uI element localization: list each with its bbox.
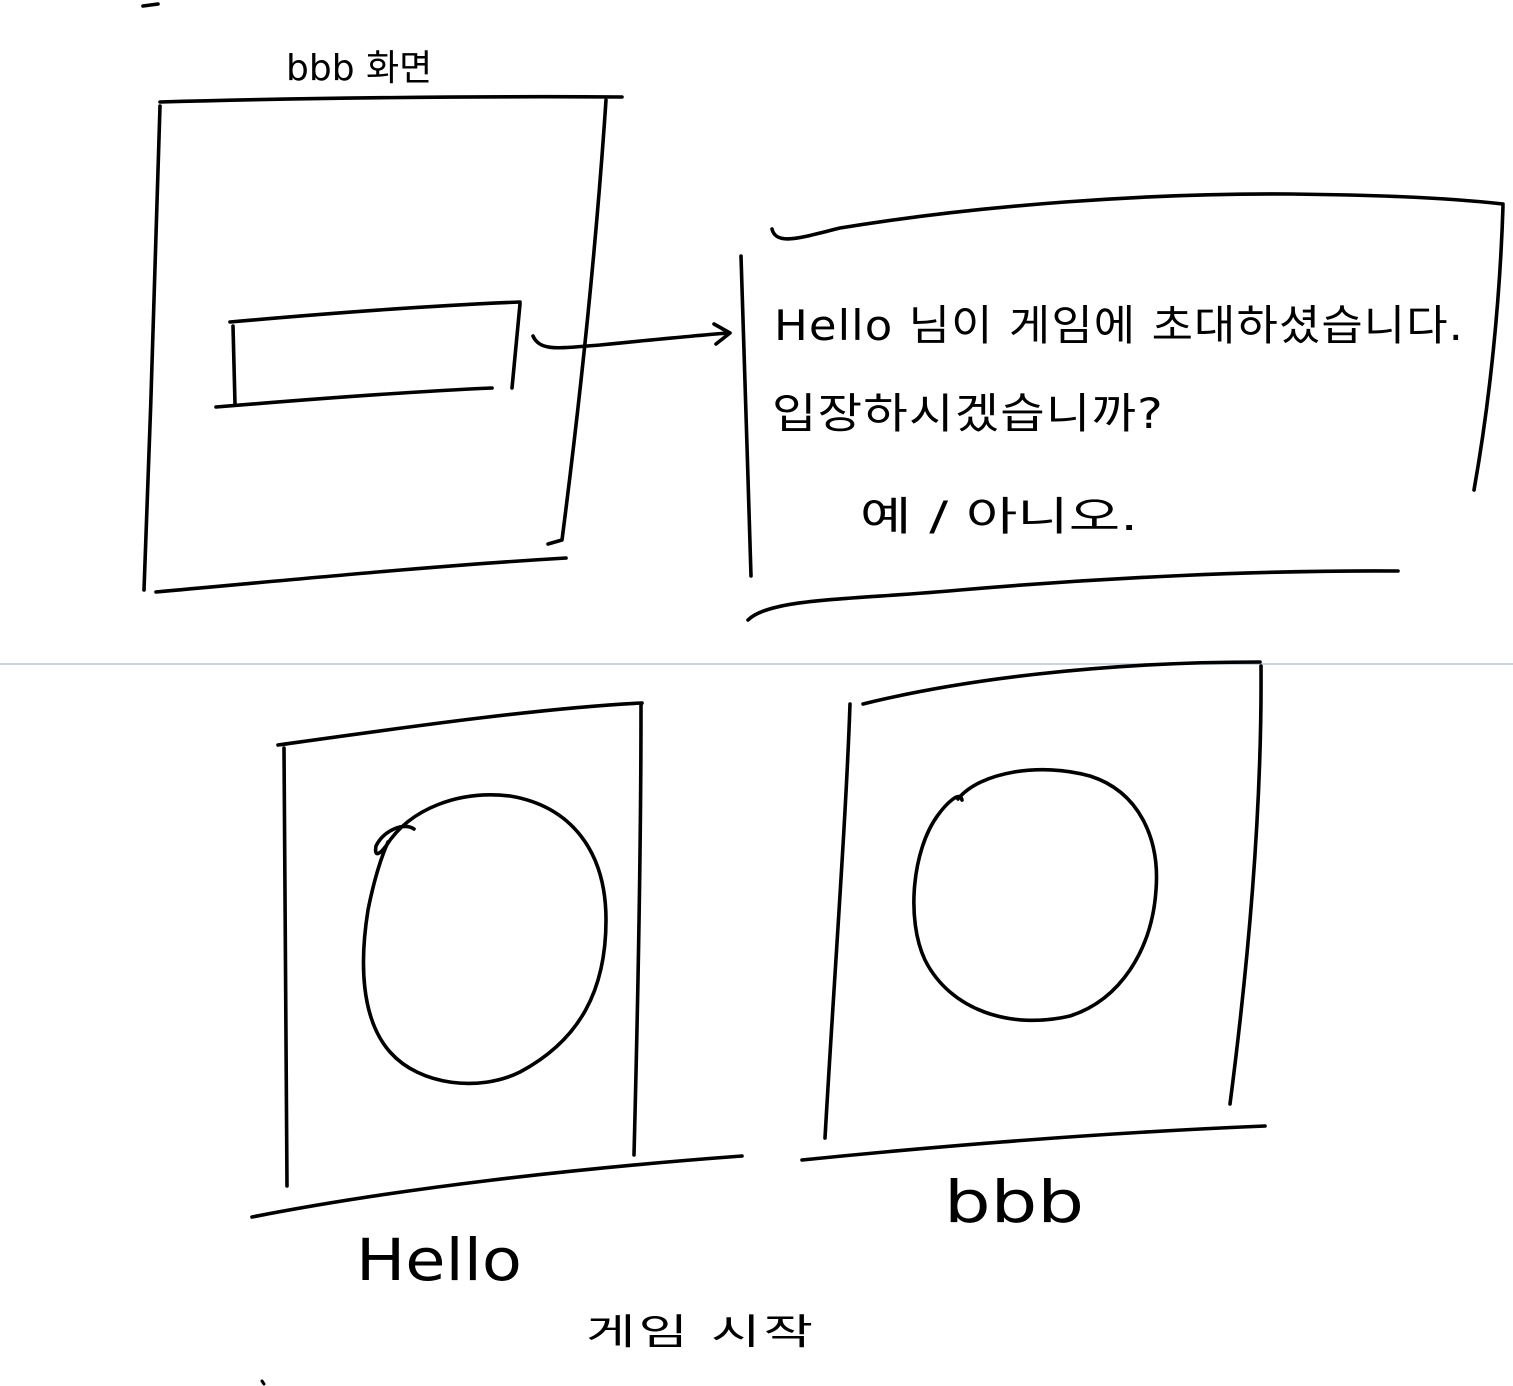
bbb-screen-frame-left xyxy=(142,104,162,592)
expand-arrow xyxy=(531,322,732,350)
invite-message-line2: 입장하시겠습니까? xyxy=(772,389,1164,438)
player-hello-screen: Hello xyxy=(250,701,744,1294)
corner-mark xyxy=(141,2,160,8)
game-start-button[interactable]: 게임 시작 xyxy=(586,1312,816,1353)
notification-bar-left xyxy=(231,324,237,406)
hello-frame-bottom xyxy=(250,1154,744,1219)
dialog-frame-left xyxy=(739,254,753,578)
invite-accept-decline-buttons[interactable]: 예 / 아니오. xyxy=(860,494,1138,540)
bbb-frame-right xyxy=(1228,664,1263,1106)
bbb-frame-left xyxy=(823,702,852,1140)
sketch-canvas: bbb 화면 Hello 님이 게임에 초대하셨습니다. 입장하시겠습니까? 예… xyxy=(0,2,1513,1386)
hello-frame-top xyxy=(276,701,644,747)
invite-notification-bar[interactable] xyxy=(214,300,522,409)
player-bbb-screen: bbb xyxy=(800,660,1267,1236)
notification-bar-right xyxy=(510,302,522,390)
bbb-frame-top xyxy=(861,660,1262,706)
hello-frame-right xyxy=(632,703,643,1157)
dialog-frame-top xyxy=(770,192,1505,241)
hello-avatar-circle[interactable] xyxy=(361,793,608,1086)
invite-message-line1: Hello 님이 게임에 초대하셨습니다. xyxy=(774,301,1464,350)
player-hello-name: Hello xyxy=(356,1226,522,1294)
dialog-frame-bottom xyxy=(746,569,1400,622)
bbb-screen-title: bbb 화면 xyxy=(286,48,432,89)
notification-bar-bottom xyxy=(214,386,494,409)
bbb-avatar-circle[interactable] xyxy=(912,767,1159,1023)
bbb-screen-frame-bottom xyxy=(154,556,568,594)
notification-bar-top xyxy=(228,300,522,324)
dialog-frame-right xyxy=(1472,204,1505,492)
player-bbb-name: bbb xyxy=(944,1168,1084,1236)
stray-mark xyxy=(260,1379,266,1386)
bbb-screen-sketch: bbb 화면 xyxy=(142,48,732,594)
bbb-frame-bottom xyxy=(800,1124,1267,1162)
invite-dialog: Hello 님이 게임에 초대하셨습니다. 입장하시겠습니까? 예 / 아니오. xyxy=(739,192,1505,622)
bbb-screen-frame-right xyxy=(546,98,608,546)
hello-frame-left xyxy=(282,746,289,1188)
bbb-screen-frame-top xyxy=(158,94,624,104)
